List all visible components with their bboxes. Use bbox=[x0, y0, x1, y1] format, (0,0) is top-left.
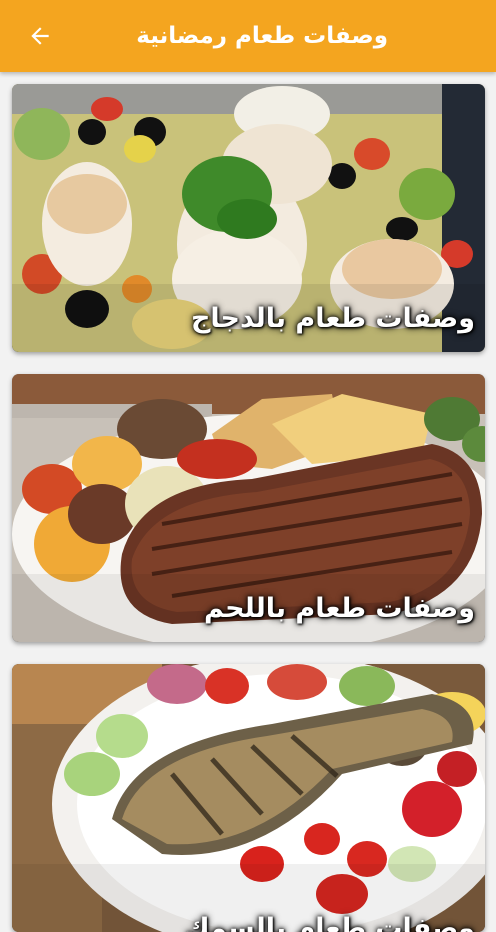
card-label: وصفات طعام بالدجاج bbox=[190, 303, 475, 334]
category-card-meat[interactable]: وصفات طعام باللحم bbox=[12, 374, 485, 642]
category-card-fish[interactable]: وصفات طعام بالسمك bbox=[12, 664, 485, 932]
grilled-fish-photo bbox=[12, 664, 485, 932]
arrow-left-icon bbox=[31, 27, 49, 45]
app-bar: وصفات طعام رمضانية bbox=[0, 0, 496, 72]
card-label: وصفات طعام باللحم bbox=[203, 593, 475, 624]
page-title: وصفات طعام رمضانية bbox=[136, 23, 388, 49]
card-label: وصفات طعام بالسمك bbox=[184, 913, 475, 932]
category-card-chicken[interactable]: وصفات طعام بالدجاج bbox=[12, 84, 485, 352]
back-button[interactable] bbox=[18, 14, 62, 58]
